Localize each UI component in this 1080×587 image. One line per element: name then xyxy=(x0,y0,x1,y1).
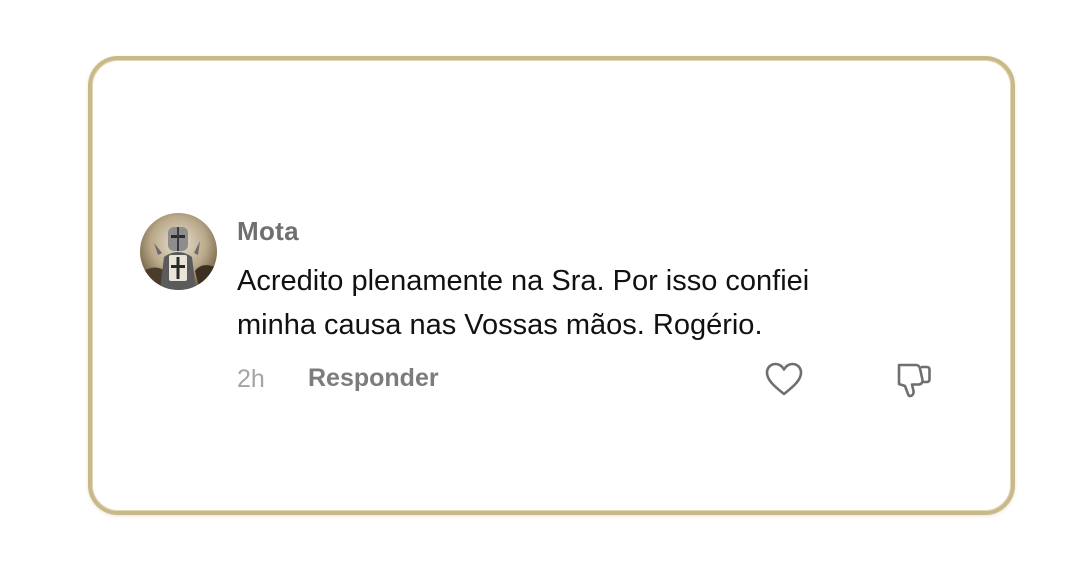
comment-text-line: minha causa nas Vossas mãos. Rogério. xyxy=(237,309,763,341)
reply-button[interactable]: Responder xyxy=(308,364,439,393)
knight-avatar-icon xyxy=(140,213,217,290)
comment-author[interactable]: Mota xyxy=(237,216,299,247)
comment-timestamp: 2h xyxy=(237,365,265,393)
dislike-button[interactable] xyxy=(892,360,934,400)
avatar[interactable] xyxy=(140,213,217,290)
heart-icon xyxy=(765,362,803,396)
comment-text-line: Acredito plenamente na Sra. Por isso con… xyxy=(237,265,810,297)
comment-text: Acredito plenamente na Sra. Por isso con… xyxy=(237,259,937,347)
thumbs-down-icon xyxy=(897,363,931,398)
like-button[interactable] xyxy=(764,361,804,399)
